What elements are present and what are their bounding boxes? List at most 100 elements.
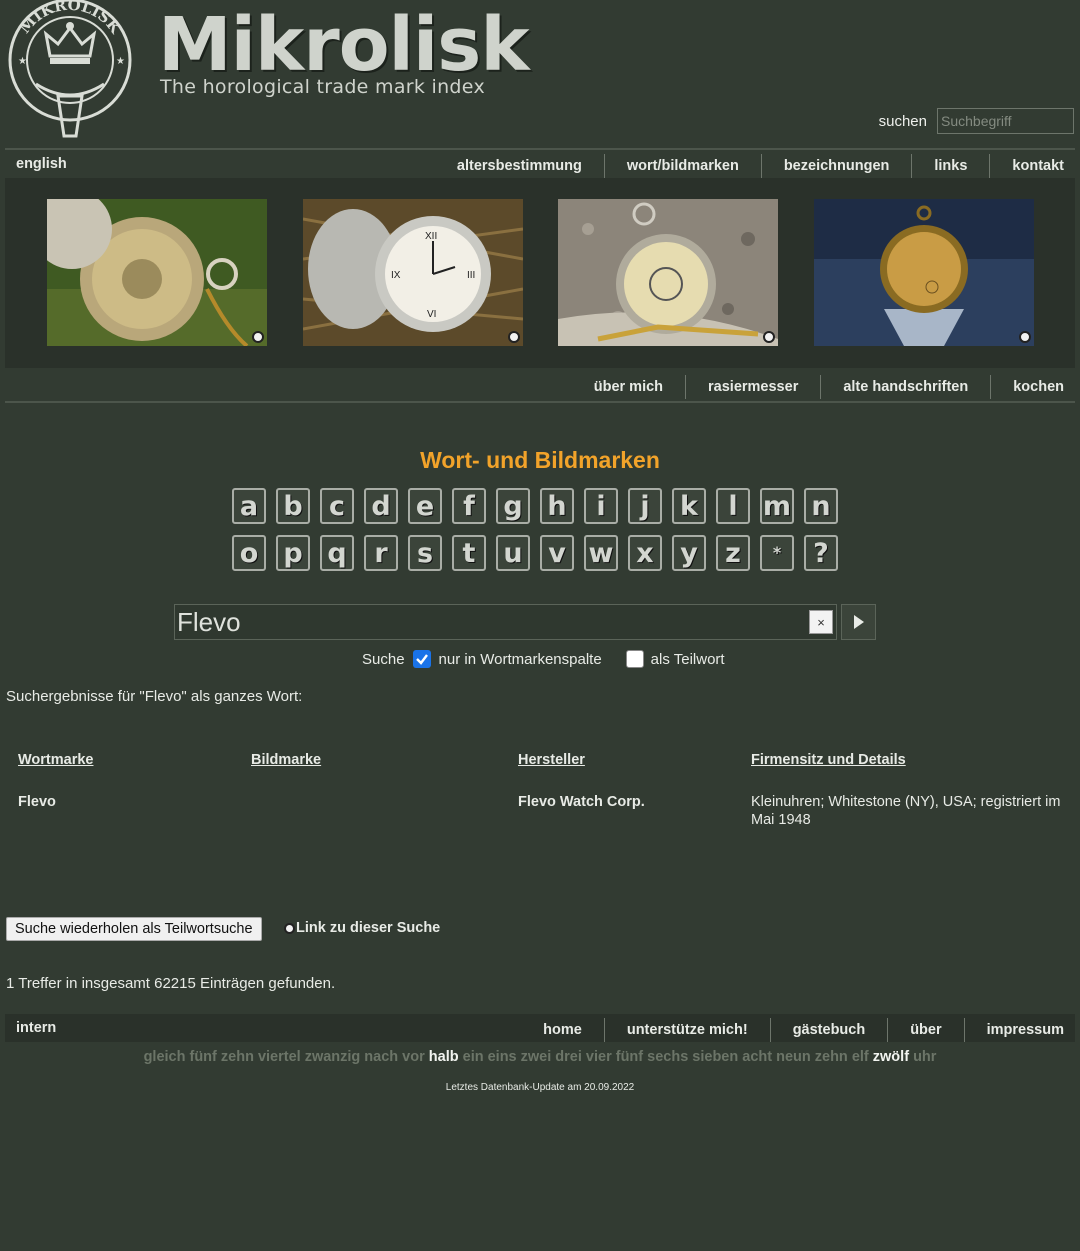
column-header-bildmarke[interactable]: Bildmarke — [251, 752, 321, 768]
site-title[interactable]: Mikrolisk — [158, 4, 530, 86]
link-to-search[interactable]: Link zu dieser Suche — [284, 920, 440, 936]
link-to-search-label: Link zu dieser Suche — [296, 920, 441, 936]
zoom-icon[interactable] — [1019, 331, 1031, 343]
letter-v[interactable]: v — [540, 535, 574, 571]
svg-text:IX: IX — [391, 270, 401, 281]
nav-kochen[interactable]: kochen — [990, 375, 1064, 399]
nav-ueber[interactable]: über — [887, 1018, 963, 1042]
option-teilwort-label: als Teilwort — [650, 650, 725, 668]
cell-wortmarke: Flevo — [18, 794, 56, 810]
letter-question[interactable]: ? — [804, 535, 838, 571]
checkbox-teilwort[interactable] — [625, 650, 644, 668]
letter-e[interactable]: e — [408, 488, 442, 524]
letter-x[interactable]: x — [628, 535, 662, 571]
logo-lettering: MIKROLISK — [16, 0, 125, 38]
photo-pocket-watch-dial[interactable]: XII III VI IX — [303, 199, 523, 346]
letter-d[interactable]: d — [364, 488, 398, 524]
letter-q[interactable]: q — [320, 535, 354, 571]
letter-w[interactable]: w — [584, 535, 618, 571]
letter-t[interactable]: t — [452, 535, 486, 571]
site-subtitle: The horological trade mark index — [160, 76, 485, 98]
letter-o[interactable]: o — [232, 535, 266, 571]
letter-g[interactable]: g — [496, 488, 530, 524]
letter-p[interactable]: p — [276, 535, 310, 571]
play-arrow-icon — [853, 615, 864, 629]
cell-details: Kleinuhren; Whitestone (NY), USA; regist… — [751, 794, 1061, 828]
letter-a[interactable]: a — [232, 488, 266, 524]
crown-seal-logo[interactable]: MIKROLISK ★ ★ — [6, 0, 136, 142]
option-wortmarkenspalte-label: nur in Wortmarkenspalte — [438, 650, 602, 668]
clock-highlight: halb — [428, 1049, 459, 1065]
repeat-partial-search-button[interactable]: Suche wiederholen als Teilwortsuche — [6, 917, 262, 941]
zoom-icon[interactable] — [508, 331, 520, 343]
nav-altersbestimmung[interactable]: altersbestimmung — [435, 154, 604, 178]
nav-rasiermesser[interactable]: rasiermesser — [685, 375, 820, 399]
nav-intern[interactable]: intern — [16, 1020, 56, 1036]
nav-bezeichnungen[interactable]: bezeichnungen — [760, 154, 912, 178]
column-header-wortmarke[interactable]: Wortmarke — [18, 752, 93, 768]
photo-strip: XII III VI IX — [5, 178, 1075, 368]
letter-b[interactable]: b — [276, 488, 310, 524]
letter-f[interactable]: f — [452, 488, 486, 524]
clear-icon[interactable]: × — [809, 610, 833, 634]
nav-unterstuetze[interactable]: unterstütze mich! — [603, 1018, 770, 1042]
letter-z[interactable]: z — [716, 535, 750, 571]
main-search: × — [174, 604, 876, 640]
letter-u[interactable]: u — [496, 535, 530, 571]
letter-m[interactable]: m — [760, 488, 794, 524]
clock-words: ein eins zwei drei vier fünf sechs siebe… — [462, 1049, 869, 1065]
svg-text:XII: XII — [425, 231, 437, 242]
letter-j[interactable]: j — [628, 488, 662, 524]
letter-r[interactable]: r — [364, 535, 398, 571]
letter-star[interactable]: * — [760, 535, 794, 571]
nav-alte-handschriften[interactable]: alte handschriften — [820, 375, 990, 399]
last-update: Letztes Datenbank-Update am 20.09.2022 — [445, 1082, 635, 1093]
letter-y[interactable]: y — [672, 535, 706, 571]
search-options: Suche nur in Wortmarkenspalte als Teilwo… — [362, 650, 725, 668]
svg-text:★: ★ — [18, 56, 27, 67]
nav-home[interactable]: home — [521, 1018, 604, 1042]
main-search-input[interactable] — [175, 605, 795, 639]
divider — [5, 401, 1075, 403]
column-header-firmensitz[interactable]: Firmensitz und Details — [751, 752, 906, 768]
photo-skeleton-watch[interactable] — [558, 199, 778, 346]
hits-count: 1 Treffer in insgesamt 62215 Einträgen g… — [6, 975, 336, 992]
nav-wort-bildmarken[interactable]: wort/bildmarken — [603, 154, 761, 178]
nav-language-english[interactable]: english — [16, 156, 67, 172]
nav-gaestebuch[interactable]: gästebuch — [769, 1018, 888, 1042]
letter-k[interactable]: k — [672, 488, 706, 524]
clock-highlight: zwölf — [872, 1049, 910, 1065]
search-label: suchen — [878, 112, 927, 130]
page-title: Wort- und Bildmarken — [420, 447, 660, 473]
svg-text:VI: VI — [427, 309, 436, 320]
nav-impressum[interactable]: impressum — [963, 1018, 1064, 1042]
letter-i[interactable]: i — [584, 488, 618, 524]
photo-gold-pocket-watch[interactable] — [814, 199, 1034, 346]
search-input[interactable] — [937, 108, 1074, 134]
top-nav: english altersbestimmung wort/bildmarken… — [0, 150, 1080, 178]
word-clock: gleich fünf zehn viertel zwanzig nach vo… — [0, 1049, 1080, 1065]
results-caption: Suchergebnisse für "Flevo" als ganzes Wo… — [6, 688, 303, 705]
zoom-icon[interactable] — [763, 331, 775, 343]
letter-h[interactable]: h — [540, 488, 574, 524]
main-search-field: × — [174, 604, 837, 640]
letter-c[interactable]: c — [320, 488, 354, 524]
photo-pocket-watch-movement[interactable] — [47, 199, 267, 346]
checkmark-icon — [415, 654, 428, 665]
footer-nav: intern home unterstütze mich! gästebuch … — [5, 1014, 1075, 1042]
letter-l[interactable]: l — [716, 488, 750, 524]
column-header-hersteller[interactable]: Hersteller — [518, 752, 585, 768]
svg-text:III: III — [467, 270, 475, 281]
nav-kontakt[interactable]: kontakt — [989, 154, 1064, 178]
svg-text:★: ★ — [116, 56, 125, 67]
zoom-icon[interactable] — [252, 331, 264, 343]
letter-s[interactable]: s — [408, 535, 442, 571]
search-submit-button[interactable] — [841, 604, 876, 640]
option-prefix: Suche — [362, 650, 405, 668]
nav-links[interactable]: links — [911, 154, 989, 178]
clock-words: gleich fünf zehn viertel zwanzig nach vo… — [143, 1049, 425, 1065]
clock-words: uhr — [913, 1049, 937, 1065]
letter-n[interactable]: n — [804, 488, 838, 524]
nav-ueber-mich[interactable]: über mich — [572, 375, 685, 399]
checkbox-wortmarkenspalte[interactable] — [412, 650, 431, 668]
